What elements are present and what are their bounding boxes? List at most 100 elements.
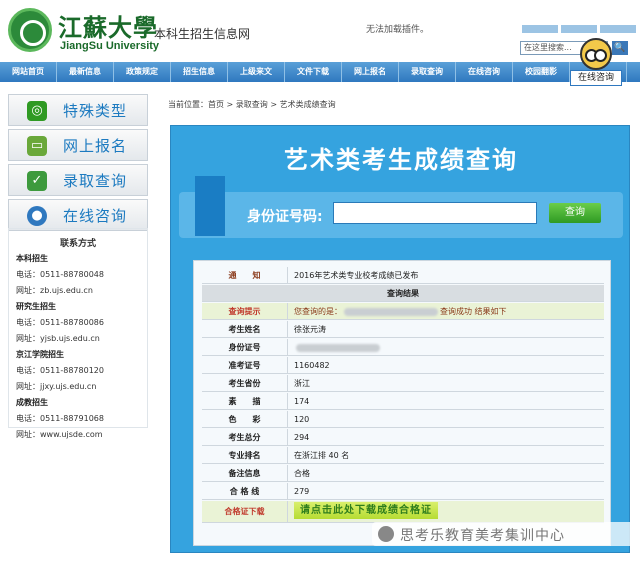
sidebar-item-label: 在线咨询	[63, 207, 128, 225]
query-button[interactable]: 查询	[549, 203, 601, 223]
sidebar: ◎ 特殊类型 ▭ 网上报名 ✓ 录取查询 ● 在线咨询 联系方式 本科招生 电话…	[8, 94, 148, 445]
contact-phone: 电话：0511-88780086	[16, 318, 104, 327]
top-link-3[interactable]	[600, 25, 636, 33]
sidebar-item-online-consult[interactable]: ● 在线咨询	[8, 199, 148, 231]
field-value: 279	[294, 487, 310, 496]
contact-phone: 电话：0511-88791068	[16, 414, 104, 423]
field-label: 准考证号	[202, 357, 288, 373]
field-value: 174	[294, 397, 310, 406]
cert-value: 请点击此处下载成绩合格证	[288, 501, 604, 522]
results-header: 查询结果	[387, 289, 419, 298]
plugin-notice: 无法加载插件。	[366, 25, 430, 35]
wechat-icon	[378, 526, 394, 542]
page-title: 艺术类考生成绩查询	[284, 146, 518, 174]
contact-name: 本科招生	[16, 254, 48, 263]
chat-label: 在线咨询	[570, 70, 622, 86]
nav-item-documents[interactable]: 上级来文	[228, 62, 285, 82]
contact-name: 京江学院招生	[16, 350, 64, 359]
table-row: 专业排名 在浙江排 40 名	[202, 447, 604, 464]
table-row: 备注信息 合格	[202, 465, 604, 482]
notice-label: 通 知	[202, 267, 288, 283]
table-row: 色 彩 120	[202, 411, 604, 428]
table-header: 查询结果	[202, 285, 604, 302]
contact-site[interactable]: 网址：www.ujsde.com	[16, 429, 148, 440]
nav-item-policy[interactable]: 政策规定	[114, 62, 171, 82]
table-row: 查询提示 您查询的是： 查询成功 结果如下	[202, 303, 604, 320]
field-value: 浙江	[294, 379, 310, 388]
owl-mascot-icon	[580, 38, 612, 70]
sidebar-item-online-apply[interactable]: ▭ 网上报名	[8, 129, 148, 161]
hint-label: 查询提示	[202, 303, 288, 319]
bookmark-ribbon-icon	[195, 176, 225, 236]
sidebar-item-special-type[interactable]: ◎ 特殊类型	[8, 94, 148, 126]
contact-phone: 电话：0511-88780120	[16, 366, 104, 375]
contact-site[interactable]: 网址：jjxy.ujs.edu.cn	[16, 381, 148, 392]
field-label: 考生姓名	[202, 321, 288, 337]
nav-item-result-query[interactable]: 录取查询	[399, 62, 456, 82]
id-search-bar: 身份证号码: 查询	[179, 192, 623, 238]
university-logo[interactable]	[8, 8, 52, 52]
contact-title: 联系方式	[59, 239, 96, 249]
watermark-text: 思考乐教育美考集训中心	[400, 528, 565, 544]
nav-item-admission-info[interactable]: 招生信息	[171, 62, 228, 82]
site-name: 本科生招生信息网	[154, 27, 251, 41]
table-row: 合格证下载 请点击此处下载成绩合格证	[202, 501, 604, 523]
field-label: 专业排名	[202, 447, 288, 463]
contact-site[interactable]: 网址：zb.ujs.edu.cn	[16, 285, 148, 296]
table-row: 身份证号	[202, 339, 604, 356]
score-query-panel: 艺术类考生成绩查询 身份证号码: 查询 通 知 2016年艺术类专业校考成绩已发…	[170, 125, 630, 553]
field-label: 色 彩	[202, 411, 288, 427]
online-chat-widget[interactable]: 在线咨询	[570, 38, 622, 90]
table-row: 考生省份 浙江	[202, 375, 604, 392]
table-row: 准考证号 1160482	[202, 357, 604, 374]
id-number-input[interactable]	[333, 202, 537, 224]
contact-phone: 电话：0511-88780048	[16, 270, 104, 279]
sidebar-item-label: 录取查询	[63, 172, 128, 190]
breadcrumb: 当前位置：首页 > 录取查询 > 艺术类成绩查询	[168, 100, 336, 109]
school-name-cn: 江蘇大學	[58, 13, 158, 42]
nav-item-news[interactable]: 最新信息	[57, 62, 114, 82]
hint-prefix: 您查询的是：	[294, 307, 342, 316]
field-label: 备注信息	[202, 465, 288, 481]
field-label: 考生省份	[202, 375, 288, 391]
field-value: 120	[294, 415, 310, 424]
site-header: 江蘇大學 JiangSu University 本科生招生信息网 无法加载插件。…	[0, 0, 640, 62]
nav-item-online-consult[interactable]: 在线咨询	[456, 62, 513, 82]
computer-icon: ▭	[27, 136, 47, 156]
field-value: 合格	[294, 469, 310, 478]
cert-download-link[interactable]: 请点击此处下载成绩合格证	[294, 502, 438, 519]
field-value: 294	[294, 433, 310, 442]
field-label: 素 描	[202, 393, 288, 409]
table-row: 考生姓名 徐张元涛	[202, 321, 604, 338]
table-row: 考生总分 294	[202, 429, 604, 446]
table-row: 通 知 2016年艺术类专业校考成绩已发布	[202, 267, 604, 284]
id-number-label: 身份证号码:	[247, 209, 323, 225]
sidebar-item-label: 特殊类型	[63, 102, 128, 120]
nav-item-downloads[interactable]: 文件下载	[285, 62, 342, 82]
field-label: 合 格 线	[202, 483, 288, 499]
checklist-icon: ✓	[27, 171, 47, 191]
field-value: 1160482	[294, 361, 330, 370]
top-link-2[interactable]	[561, 25, 597, 33]
special-type-icon: ◎	[27, 101, 47, 121]
redacted-id-number	[296, 343, 380, 352]
person-icon: ●	[27, 206, 47, 226]
top-link-1[interactable]	[522, 25, 558, 33]
contact-site[interactable]: 网址：yjsb.ujs.edu.cn	[16, 333, 148, 344]
nav-item-online-apply[interactable]: 网上报名	[342, 62, 399, 82]
watermark: 思考乐教育美考集训中心	[372, 522, 634, 546]
nav-item-home[interactable]: 网站首页	[0, 62, 57, 82]
main-nav: 网站首页 最新信息 政策规定 招生信息 上级来文 文件下载 网上报名 录取查询 …	[0, 62, 640, 82]
sidebar-item-result-query[interactable]: ✓ 录取查询	[8, 164, 148, 196]
nav-item-campus[interactable]: 校园翻影	[513, 62, 570, 82]
top-links	[522, 25, 636, 33]
hint-suffix: 查询成功 结果如下	[440, 307, 507, 316]
notice-value: 2016年艺术类专业校考成绩已发布	[294, 271, 419, 280]
redacted-id	[344, 307, 438, 316]
sidebar-item-label: 网上报名	[63, 137, 128, 155]
contact-name: 成教招生	[16, 398, 48, 407]
contact-name: 研究生招生	[16, 302, 56, 311]
field-value: 在浙江排 40 名	[294, 451, 350, 460]
field-label: 身份证号	[202, 339, 288, 355]
hint-value: 您查询的是： 查询成功 结果如下	[288, 303, 604, 319]
